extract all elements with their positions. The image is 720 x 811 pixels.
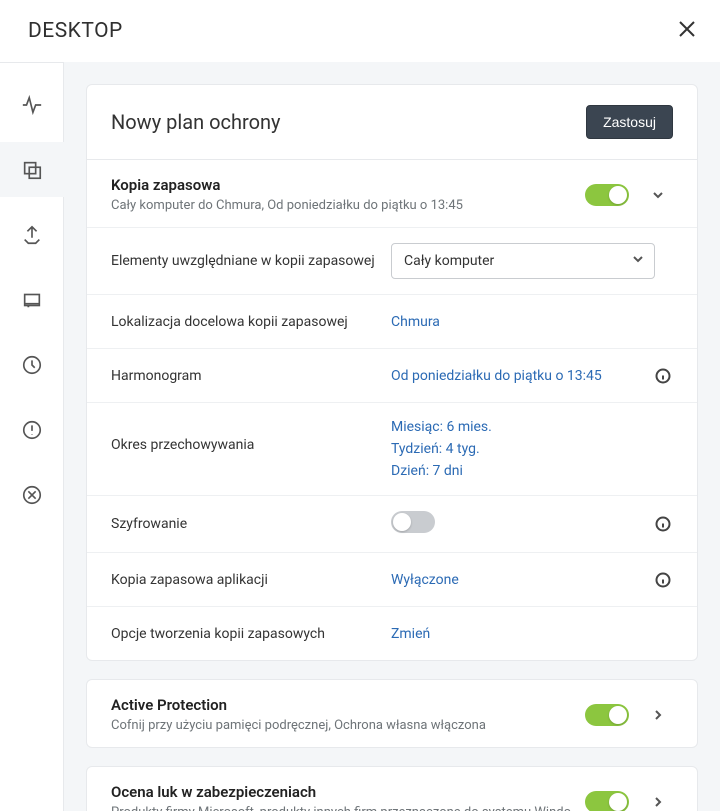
ap-subtitle: Cofnij przy użyciu pamięci podręcznej, O… [111, 718, 585, 733]
retention-label: Okres przechowywania [111, 419, 391, 453]
info-icon [655, 368, 671, 384]
va-title: Ocena luk w zabezpieczeniach [111, 783, 585, 801]
destination-value[interactable]: Chmura [391, 314, 673, 330]
options-label: Opcje tworzenia kopii zapasowych [111, 626, 391, 642]
destination-label: Lokalizacja docelowa kopii zapasowej [111, 314, 391, 330]
alert-icon [21, 419, 43, 441]
close-button[interactable] [678, 20, 696, 42]
backup-title: Kopia zapasowa [111, 176, 585, 194]
row-schedule: Harmonogram Od poniedziałku do piątku o … [87, 348, 697, 402]
options-change[interactable]: Zmień [391, 626, 673, 642]
card-vuln-assessment: Ocena luk w zabezpieczeniach Produkty fi… [86, 766, 698, 811]
chevron-down-icon [652, 189, 664, 201]
encryption-label: Szyfrowanie [111, 516, 391, 532]
sidebar-item-storage[interactable] [0, 272, 64, 327]
row-encryption: Szyfrowanie [87, 495, 697, 552]
backup-collapse[interactable] [643, 189, 673, 201]
section-backup-head: Kopia zapasowa Cały komputer do Chmura, … [87, 160, 697, 227]
row-app-backup: Kopia zapasowa aplikacji Wyłączone [87, 552, 697, 606]
chevron-right-icon [652, 709, 664, 721]
retention-month: Miesiąc: 6 mies. [391, 419, 673, 435]
sidebar-item-schedule[interactable] [0, 337, 64, 392]
items-label: Elementy uwzględniane w kopii zapasowej [111, 253, 391, 269]
activity-icon [21, 94, 43, 116]
schedule-label: Harmonogram [111, 368, 391, 384]
section-active-protection: Active Protection Cofnij przy użyciu pam… [87, 680, 697, 747]
app-backup-info[interactable] [653, 572, 673, 588]
topbar: DESKTOP [0, 0, 720, 62]
content: Nowy plan ochrony Zastosuj Kopia zapasow… [64, 62, 720, 811]
sidebar-item-deploy[interactable] [0, 207, 64, 262]
sidebar-item-alerts[interactable] [0, 402, 64, 457]
sidebar [0, 62, 64, 811]
va-subtitle: Produkty firmy Microsoft, produkty innyc… [111, 805, 585, 811]
ap-toggle[interactable] [585, 704, 629, 726]
va-toggle[interactable] [585, 791, 629, 811]
schedule-info[interactable] [653, 368, 673, 384]
ap-title: Active Protection [111, 696, 585, 714]
backup-toggle[interactable] [585, 184, 629, 206]
row-options: Opcje tworzenia kopii zapasowych Zmień [87, 606, 697, 660]
clock-icon [21, 354, 43, 376]
encryption-info[interactable] [653, 516, 673, 532]
row-destination: Lokalizacja docelowa kopii zapasowej Chm… [87, 294, 697, 348]
section-vuln-assessment: Ocena luk w zabezpieczeniach Produkty fi… [87, 767, 697, 811]
chevron-right-icon [652, 796, 664, 808]
sidebar-item-activity[interactable] [0, 77, 64, 132]
retention-values[interactable]: Miesiąc: 6 mies. Tydzień: 4 tyg. Dzień: … [391, 419, 673, 479]
cancel-circle-icon [21, 484, 43, 506]
retention-day: Dzień: 7 dni [391, 463, 673, 479]
page-title: DESKTOP [28, 19, 123, 43]
chevron-down-icon [632, 253, 644, 265]
va-expand[interactable] [643, 796, 673, 808]
row-items: Elementy uwzględniane w kopii zapasowej … [87, 227, 697, 294]
items-select[interactable]: Cały komputer [391, 243, 655, 279]
storage-icon [21, 289, 43, 311]
upload-icon [21, 224, 43, 246]
row-retention: Okres przechowywania Miesiąc: 6 mies. Ty… [87, 402, 697, 495]
app-backup-label: Kopia zapasowa aplikacji [111, 572, 391, 588]
plan-header: Nowy plan ochrony Zastosuj [87, 85, 697, 159]
backup-subtitle: Cały komputer do Chmura, Od poniedziałku… [111, 198, 585, 213]
schedule-value[interactable]: Od poniedziałku do piątku o 13:45 [391, 368, 653, 384]
copy-icon [21, 159, 43, 181]
card-active-protection: Active Protection Cofnij przy użyciu pam… [86, 679, 698, 748]
plan-card: Nowy plan ochrony Zastosuj Kopia zapasow… [86, 84, 698, 661]
apply-button[interactable]: Zastosuj [586, 105, 673, 139]
body: Nowy plan ochrony Zastosuj Kopia zapasow… [0, 62, 720, 811]
encryption-toggle[interactable] [391, 511, 435, 533]
retention-week: Tydzień: 4 tyg. [391, 441, 673, 457]
plan-title: Nowy plan ochrony [111, 110, 281, 134]
ap-expand[interactable] [643, 709, 673, 721]
section-backup: Kopia zapasowa Cały komputer do Chmura, … [87, 159, 697, 660]
sidebar-item-cancel[interactable] [0, 467, 64, 522]
app-backup-value[interactable]: Wyłączone [391, 572, 653, 588]
info-icon [655, 516, 671, 532]
close-icon [678, 20, 696, 38]
info-icon [655, 572, 671, 588]
items-select-value: Cały komputer [404, 253, 494, 269]
sidebar-item-plans[interactable] [0, 142, 64, 197]
